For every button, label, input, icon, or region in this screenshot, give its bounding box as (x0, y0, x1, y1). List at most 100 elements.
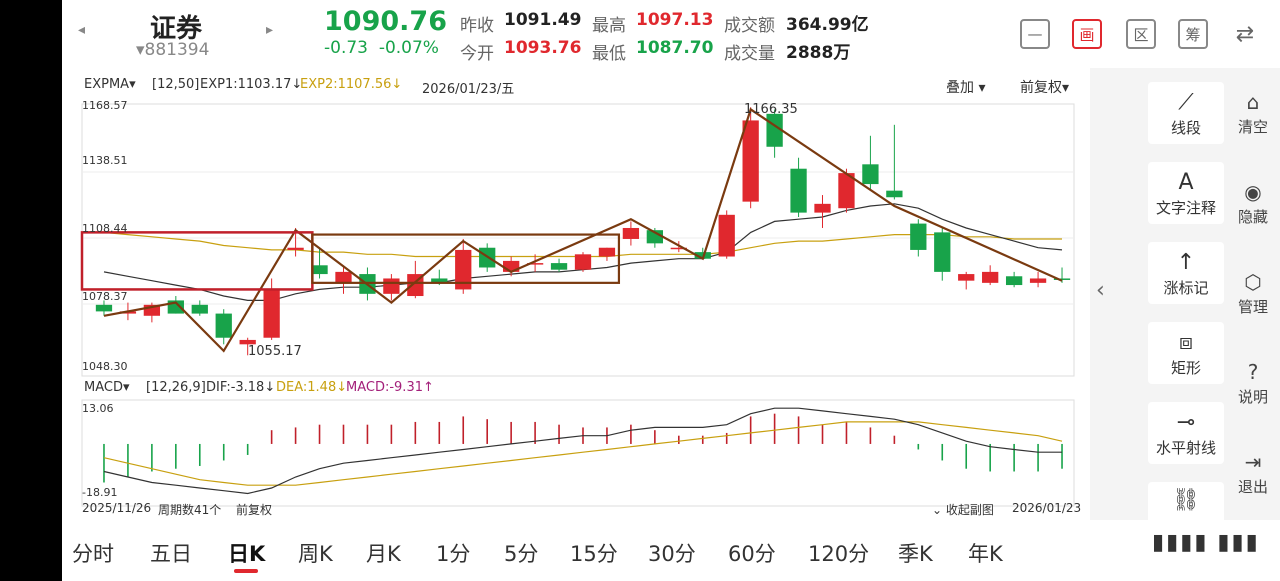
collapse-subchart-button[interactable]: ⌄ 收起副图 (932, 501, 994, 518)
tool-horizontal-ray-button[interactable]: ⊸ 水平射线 (1148, 402, 1224, 464)
tab-year-k[interactable]: 年K (968, 538, 1003, 568)
gear-icon: ⬡ (1244, 270, 1262, 294)
rectangle-icon: ⧈ (1179, 329, 1193, 355)
tool-label: 矩形 (1170, 358, 1201, 377)
app-window: ◂ 证券 ▾881394 ▸ 1090.76 -0.73 -0.07% 昨收 1… (62, 0, 1280, 581)
active-tab-indicator (234, 569, 258, 573)
open-value: 1093.76 (504, 38, 582, 58)
stock-code[interactable]: ▾881394 (136, 40, 209, 60)
tab-quarter-k[interactable]: 季K (898, 538, 933, 568)
prev-stock-arrow[interactable]: ◂ (78, 22, 85, 38)
tool-rectangle-button[interactable]: ⧈ 矩形 (1148, 322, 1224, 384)
high-label: 最高 (592, 16, 626, 36)
tool-more-button[interactable]: ⛓ (1148, 482, 1224, 520)
candle-body (982, 271, 999, 283)
tab-60min[interactable]: 60分 (728, 538, 776, 568)
candle-body (1029, 278, 1047, 283)
prev-close-label: 昨收 (460, 16, 494, 36)
chart-date: 2026/01/23/五 (422, 82, 515, 97)
tab-five-day[interactable]: 五日 (150, 538, 192, 568)
candle-body (742, 120, 759, 202)
macd-indicator[interactable]: MACD▾ (84, 380, 130, 395)
tool-label: 涨标记 (1163, 278, 1209, 297)
low-annotation: 1055.17 (248, 344, 302, 359)
y-tick: 1078.37 (82, 290, 128, 303)
arrow-up-icon: ↑ (1176, 249, 1196, 275)
candle-body (263, 289, 280, 338)
collapse-panel-icon[interactable]: ‹ (1096, 278, 1105, 303)
y-tick: 1138.51 (82, 154, 128, 167)
y-tick: 1048.30 (82, 360, 128, 373)
candle-body (311, 265, 328, 275)
candle-body (814, 203, 831, 213)
period-count: 周期数41个 (158, 503, 222, 517)
candle-body (287, 247, 304, 250)
candle-body (383, 278, 400, 294)
tool-up-mark-button[interactable]: ↑ 涨标记 (1148, 242, 1224, 304)
clear-icon: ⌂ (1246, 90, 1260, 114)
kline-svg (80, 103, 1075, 507)
hide-button[interactable]: ◉ 隐藏 (1226, 180, 1280, 227)
chip-button[interactable]: 筹 (1178, 19, 1208, 49)
candle-body (886, 190, 903, 198)
tab-timeshare[interactable]: 分时 (72, 538, 114, 568)
volume-label: 成交量 (724, 44, 775, 64)
prev-close-value: 1091.49 (504, 10, 582, 30)
phone-rotate-icon[interactable]: ⇄ (1230, 19, 1260, 49)
zone-button[interactable]: 区 (1126, 19, 1156, 49)
tool-text-button[interactable]: A 文字注释 (1148, 162, 1224, 224)
low-label: 最低 (592, 44, 626, 64)
tab-30min[interactable]: 30分 (648, 538, 696, 568)
candle-body (622, 227, 640, 239)
candle-body (191, 304, 208, 314)
tab-5min[interactable]: 5分 (504, 538, 538, 568)
expma-indicator[interactable]: EXPMA▾ (84, 77, 136, 92)
tool-label: 水平射线 (1155, 438, 1216, 457)
low-value: 1087.70 (636, 38, 714, 58)
candle-body (958, 274, 975, 281)
dif-value: DIF:-3.18↓ (206, 380, 276, 395)
quote-header: ◂ 证券 ▾881394 ▸ 1090.76 -0.73 -0.07% 昨收 1… (62, 0, 1280, 68)
open-label: 今开 (460, 44, 494, 64)
segment-icon: ⟋ (1178, 89, 1194, 115)
candle-body (215, 313, 232, 338)
question-icon: ? (1247, 360, 1259, 384)
clear-button[interactable]: ⌂ 清空 (1226, 90, 1280, 137)
overlay-dropdown[interactable]: 叠加 ▾ (946, 77, 985, 97)
expma-params: [12,50] (152, 77, 200, 92)
manage-button[interactable]: ⬡ 管理 (1226, 270, 1280, 317)
tab-120min[interactable]: 120分 (808, 538, 869, 568)
y-tick: 1168.57 (82, 99, 128, 112)
text-icon: A (1178, 169, 1194, 195)
tab-monthly-k[interactable]: 月K (366, 538, 401, 568)
tab-weekly-k[interactable]: 周K (298, 538, 333, 568)
horizontal-ray-icon: ⊸ (1176, 409, 1196, 435)
candle-body (862, 164, 879, 185)
tab-1min[interactable]: 1分 (436, 538, 470, 568)
tool-segment-button[interactable]: ⟋ 线段 (1148, 82, 1224, 144)
amount-value: 364.99亿 (786, 15, 869, 35)
candle-body (598, 247, 616, 257)
tab-daily-k[interactable]: 日K (228, 538, 265, 568)
macd-bottom-tick: -18.91 (82, 486, 118, 499)
kline-chart[interactable]: EXPMA▾ [12,50] EXP1:1103.17↓ EXP2:1107.5… (62, 68, 1090, 520)
amount-label: 成交额 (724, 16, 775, 36)
last-price: 1090.76 (324, 6, 447, 37)
macd-top-tick: 13.06 (82, 402, 114, 415)
macd-params: [12,26,9] (146, 380, 206, 395)
next-stock-arrow[interactable]: ▸ (266, 22, 273, 38)
y-tick: 1108.44 (82, 222, 128, 235)
high-value: 1097.13 (636, 10, 714, 30)
minus-button[interactable]: — (1020, 19, 1050, 49)
exit-button[interactable]: ⇥ 退出 (1226, 450, 1280, 497)
volume-value: 2888万 (786, 43, 851, 63)
candle-body (95, 304, 113, 312)
candle-body (574, 254, 592, 270)
draw-button[interactable]: 画 (1072, 19, 1102, 49)
candle-body (934, 232, 951, 272)
help-button[interactable]: ? 说明 (1226, 360, 1280, 407)
adjust-dropdown[interactable]: 前复权▾ (1020, 77, 1069, 97)
pager-icon[interactable]: ▮▮▮▮ ▮▮▮ (1152, 530, 1260, 555)
tab-15min[interactable]: 15分 (570, 538, 618, 568)
exp2-value: EXP2:1107.56↓ (300, 77, 403, 92)
